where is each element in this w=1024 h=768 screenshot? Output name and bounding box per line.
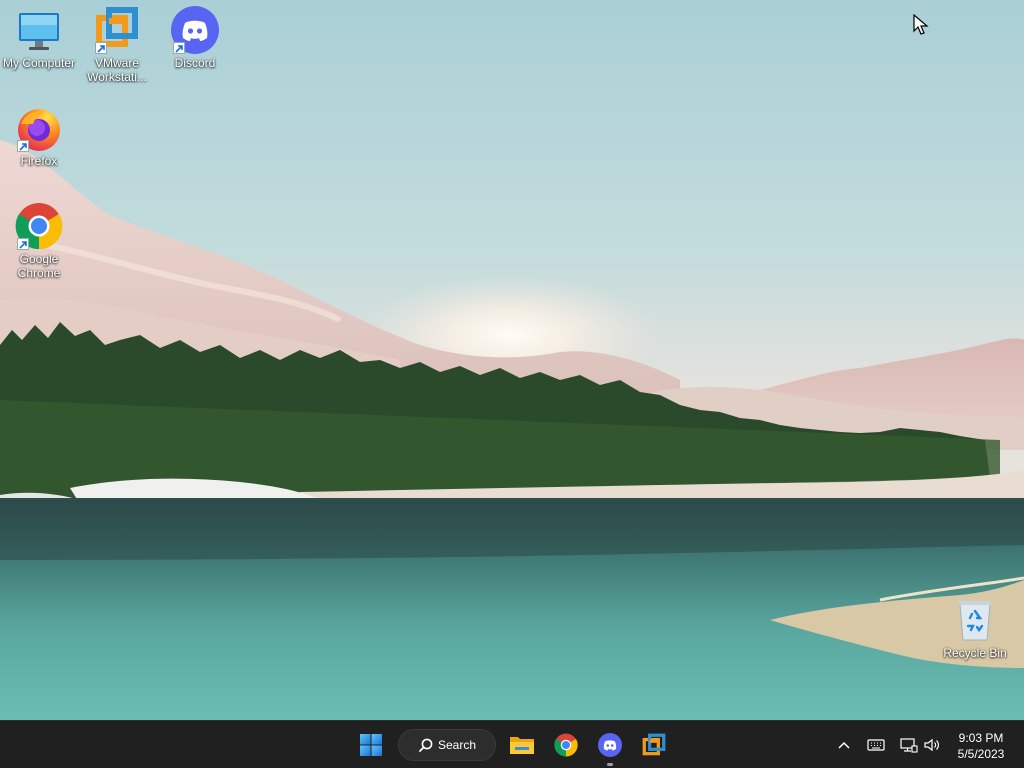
desktop-icon-label: My Computer <box>2 56 76 70</box>
shortcut-arrow-icon <box>173 42 185 54</box>
desktop-icon-vmware[interactable]: VMware Workstati... <box>78 6 156 84</box>
taskbar-google-chrome[interactable] <box>548 727 584 763</box>
desktop-icon-label: Discord <box>174 56 216 70</box>
search-icon <box>419 738 433 752</box>
desktop-icon-google-chrome[interactable]: Google Chrome <box>0 202 78 280</box>
clock-date: 5/5/2023 <box>957 747 1005 761</box>
keyboard-icon[interactable] <box>866 735 886 755</box>
windows-start-icon <box>360 734 382 756</box>
desktop-icon-firefox[interactable]: Firefox <box>0 104 78 168</box>
desktop-icon-label: VMware Workstati... <box>87 56 147 84</box>
taskbar-clock[interactable]: 9:03 PM 5/5/2023 <box>948 730 1014 762</box>
running-indicator <box>607 763 613 766</box>
speaker-icon[interactable] <box>922 735 942 755</box>
recycle-bin-icon <box>951 596 999 644</box>
search-label: Search <box>438 738 477 752</box>
taskbar-search-button[interactable]: Search <box>398 729 496 761</box>
taskbar-discord[interactable] <box>592 727 628 766</box>
chrome-icon <box>554 733 578 757</box>
wallpaper-landscape <box>0 0 1024 720</box>
chevron-up-icon[interactable] <box>834 735 854 755</box>
desktop-icon-discord[interactable]: Discord <box>156 6 234 70</box>
desktop-icon-label: Google Chrome <box>17 252 61 280</box>
desktop-icon-label: Recycle Bin <box>943 646 1007 660</box>
shortcut-arrow-icon <box>95 42 107 54</box>
vmware-icon <box>93 6 141 54</box>
start-button[interactable] <box>353 727 389 763</box>
network-icon[interactable] <box>898 735 918 755</box>
shortcut-arrow-icon <box>17 140 29 152</box>
folder-icon <box>510 737 534 754</box>
desktop-icon-my-computer[interactable]: My Computer <box>0 6 78 70</box>
clock-time: 9:03 PM <box>958 731 1004 745</box>
shortcut-arrow-icon <box>17 238 29 250</box>
desktop-icon-label: Firefox <box>20 154 58 168</box>
taskbar-vmware-workstation[interactable] <box>636 727 672 763</box>
monitor-icon <box>15 6 63 54</box>
desktop[interactable]: My Computer VMware Workstati... Discord <box>0 0 1024 720</box>
chrome-icon <box>15 202 63 250</box>
taskbar-file-explorer[interactable] <box>504 727 540 763</box>
mouse-cursor-icon <box>913 14 929 35</box>
vmware-icon <box>642 733 666 756</box>
taskbar: Search 9:03 PM 5/5/2023 <box>0 720 1024 768</box>
desktop-icon-recycle-bin[interactable]: Recycle Bin <box>936 596 1014 660</box>
discord-icon <box>171 6 219 54</box>
discord-icon <box>598 733 622 757</box>
firefox-icon <box>15 104 63 152</box>
